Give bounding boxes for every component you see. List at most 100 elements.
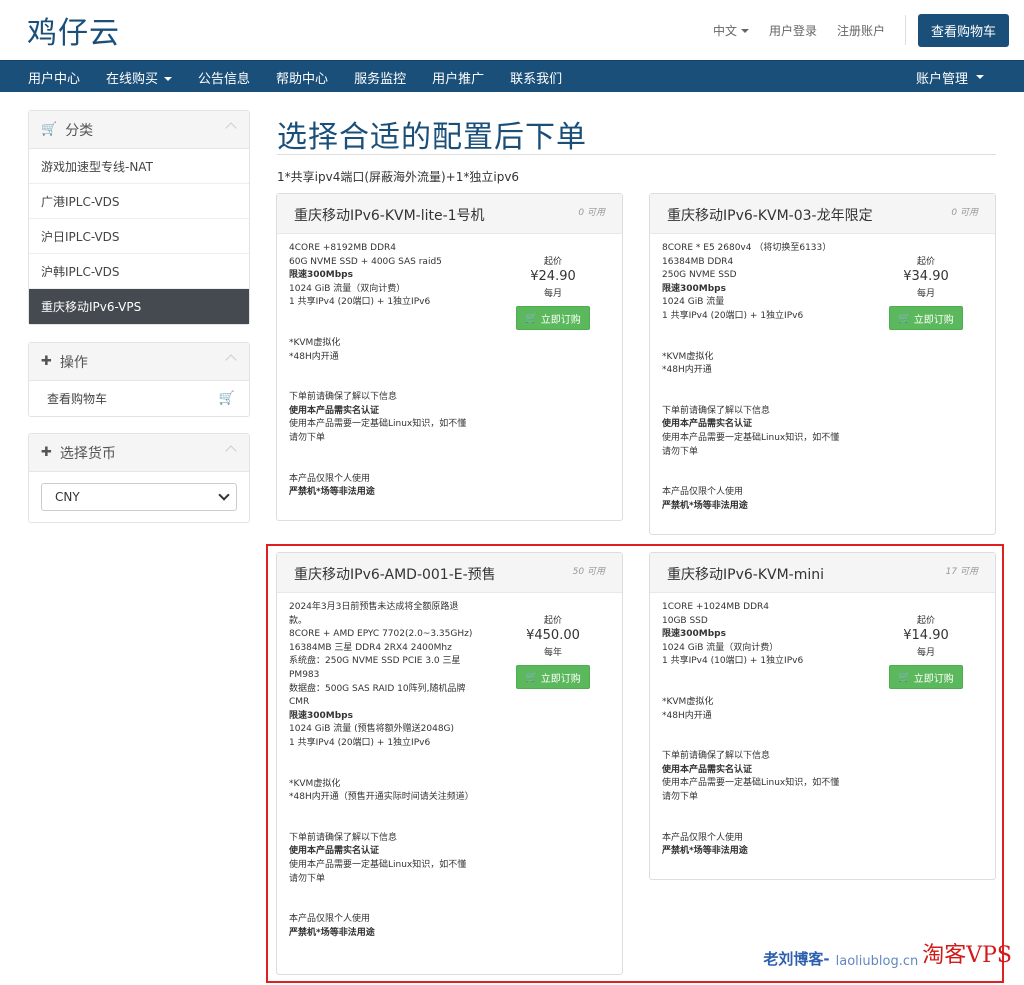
top-header: 鸡仔云 中文 用户登录 注册账户 查看购物车 [0,0,1024,60]
page-title: 选择合适的配置后下单 [277,120,587,155]
watermark-blog: 老刘博客- [763,950,830,968]
currency-selected: CNY [55,490,80,504]
product-availability: 0 可用 [951,208,978,218]
categories-header[interactable]: 🛒 分类 [29,111,249,149]
currency-title: 选择货币 [59,445,116,462]
sidebar-item-chongqing-ipv6[interactable]: 重庆移动IPv6-VPS [29,289,249,324]
price-value: ¥34.90 [903,269,949,284]
actions-panel: ✚ 操作 查看购物车 🛒 [28,342,250,417]
nav-buy-online[interactable]: 在线购买 [106,68,173,87]
spec-line: *48H内开通 [662,365,712,376]
language-label: 中文 [712,23,737,38]
login-link[interactable]: 用户登录 [769,22,817,39]
site-logo[interactable]: 鸡仔云 [27,8,120,52]
product-name: 重庆移动IPv6-KVM-lite-1号机 [294,208,485,224]
chevron-up-icon[interactable] [225,354,237,366]
highlight-box [266,544,1004,983]
chevron-up-icon[interactable] [225,445,237,457]
spec-line: 1 共享IPv4 (20端口) + 1独立IPv6 [289,297,431,308]
notice-line: 严禁机*场等非法用途 [662,500,748,511]
cart-icon: 🛒 [218,391,235,406]
spec-line: 16384MB DDR4 [662,256,734,267]
notice-line: 本产品仅限个人使用 [662,487,744,498]
header-divider [904,15,906,45]
caret-down-icon [164,77,173,81]
nav-account-dropdown[interactable]: 账户管理 [916,61,984,93]
product-card-kvm-03: 重庆移动IPv6-KVM-03-龙年限定 0 可用 8CORE * E5 268… [649,193,996,535]
register-link[interactable]: 注册账户 [837,22,885,39]
nav-help-center[interactable]: 帮助中心 [276,68,328,87]
product-card-header: 重庆移动IPv6-KVM-03-龙年限定 0 可用 [650,194,995,234]
watermark-brand: 淘客VPS [922,943,1012,968]
product-card-header: 重庆移动IPv6-KVM-lite-1号机 0 可用 [277,194,622,234]
notice-line: 使用本产品需实名认证 [662,419,753,430]
price-label: 起价 [543,257,562,267]
notice-line: 使用本产品需要一定基础Linux知识，如不懂请勿下单 [662,432,840,457]
notice-line: 下单前请确保了解以下信息 [289,392,398,403]
actions-title: 操作 [59,354,88,371]
nav-user-center[interactable]: 用户中心 [28,68,80,87]
top-links: 中文 用户登录 注册账户 查看购物车 [713,0,1024,60]
product-card-kvm-lite: 重庆移动IPv6-KVM-lite-1号机 0 可用 4CORE +8192MB… [276,193,623,521]
price-block: 起价 ¥24.90 每月 🛒 立即订购 [516,254,590,330]
plus-icon: ✚ [41,354,52,369]
spec-line: 1024 GiB 流量 [662,297,725,308]
product-description: 8CORE * E5 2680v4 （将切换至6133） 16384MB DDR… [662,242,847,513]
sidebar-item-game-nat[interactable]: 游戏加速型专线-NAT [29,149,249,184]
notice-line: 使用本产品需实名认证 [289,405,380,416]
currency-select[interactable]: CNY [41,483,237,511]
order-now-button[interactable]: 🛒 立即订购 [516,306,590,330]
language-dropdown[interactable]: 中文 [713,22,749,39]
spec-line: 250G NVME SSD [662,270,737,281]
notice-line: 下单前请确保了解以下信息 [662,405,771,416]
view-cart-button[interactable]: 查看购物车 [917,13,1009,47]
spec-line: 1024 GiB 流量（双向计费） [289,283,406,294]
watermark-url: laoliublog.cn [835,954,919,969]
sidebar-item-hurì[interactable]: 沪日IPLC-VDS [29,219,249,254]
chevron-up-icon[interactable] [225,122,237,134]
notice-line: 使用本产品需要一定基础Linux知识，如不懂请勿下单 [289,419,467,443]
spec-line: 限速300Mbps [289,270,353,281]
chevron-down-icon [218,489,230,501]
spec-line: 8CORE * E5 2680v4 （将切换至6133） [662,243,832,253]
nav-buy-online-label: 在线购买 [106,71,159,87]
order-now-label: 立即订购 [540,314,581,326]
product-name: 重庆移动IPv6-KVM-03-龙年限定 [667,208,873,224]
cart-icon: 🛒 [898,312,911,324]
title-divider [277,154,996,155]
nav-service-monitor[interactable]: 服务监控 [354,68,406,87]
sidebar-item-guanggang[interactable]: 广港IPLC-VDS [29,184,249,219]
sidebar-item-huhan[interactable]: 沪韩IPLC-VDS [29,254,249,289]
actions-header[interactable]: ✚ 操作 [29,343,249,381]
nav-announcements[interactable]: 公告信息 [198,68,250,87]
caret-down-icon [976,75,984,79]
notice-line: 严禁机*场等非法用途 [289,487,375,498]
spec-line: 4CORE +8192MB DDR4 [289,243,396,253]
price-label: 起价 [916,257,935,267]
cart-icon: 🛒 [41,122,58,137]
order-now-button[interactable]: 🛒 立即订购 [889,306,963,330]
product-availability: 0 可用 [578,208,605,218]
spec-line: 60G NVME SSD + 400G SAS raid5 [289,256,442,267]
sidebar-view-cart-label: 查看购物车 [47,392,108,406]
currency-header[interactable]: ✚ 选择货币 [29,434,249,472]
billing-cycle: 每月 [543,289,562,299]
page-subtitle: 1*共享ipv4端口(屏蔽海外流量)+1*独立ipv6 [277,170,520,184]
billing-cycle: 每月 [916,289,935,299]
nav-account-label: 账户管理 [915,71,968,87]
order-now-label: 立即订购 [913,314,954,326]
product-description: 4CORE +8192MB DDR4 60G NVME SSD + 400G S… [289,242,474,500]
cart-icon: 🛒 [525,312,538,324]
price-value: ¥24.90 [530,269,576,284]
spec-line: *KVM虚拟化 [662,351,714,362]
main-nav: 用户中心 在线购买 公告信息 帮助中心 服务监控 用户推广 联系我们 账户管理 [0,60,1024,92]
currency-panel: ✚ 选择货币 CNY [28,433,250,523]
nav-affiliate[interactable]: 用户推广 [432,68,484,87]
categories-panel: 🛒 分类 游戏加速型专线-NAT 广港IPLC-VDS 沪日IPLC-VDS 沪… [28,110,250,325]
nav-contact[interactable]: 联系我们 [510,68,562,87]
watermark: 老刘博客- laoliublog.cn 淘客VPS [763,937,1012,969]
sidebar-view-cart[interactable]: 查看购物车 🛒 [29,381,249,416]
spec-line: 1 共享IPv4 (20端口) + 1独立IPv6 [662,310,804,321]
caret-down-icon [740,29,749,33]
categories-title: 分类 [65,122,94,139]
